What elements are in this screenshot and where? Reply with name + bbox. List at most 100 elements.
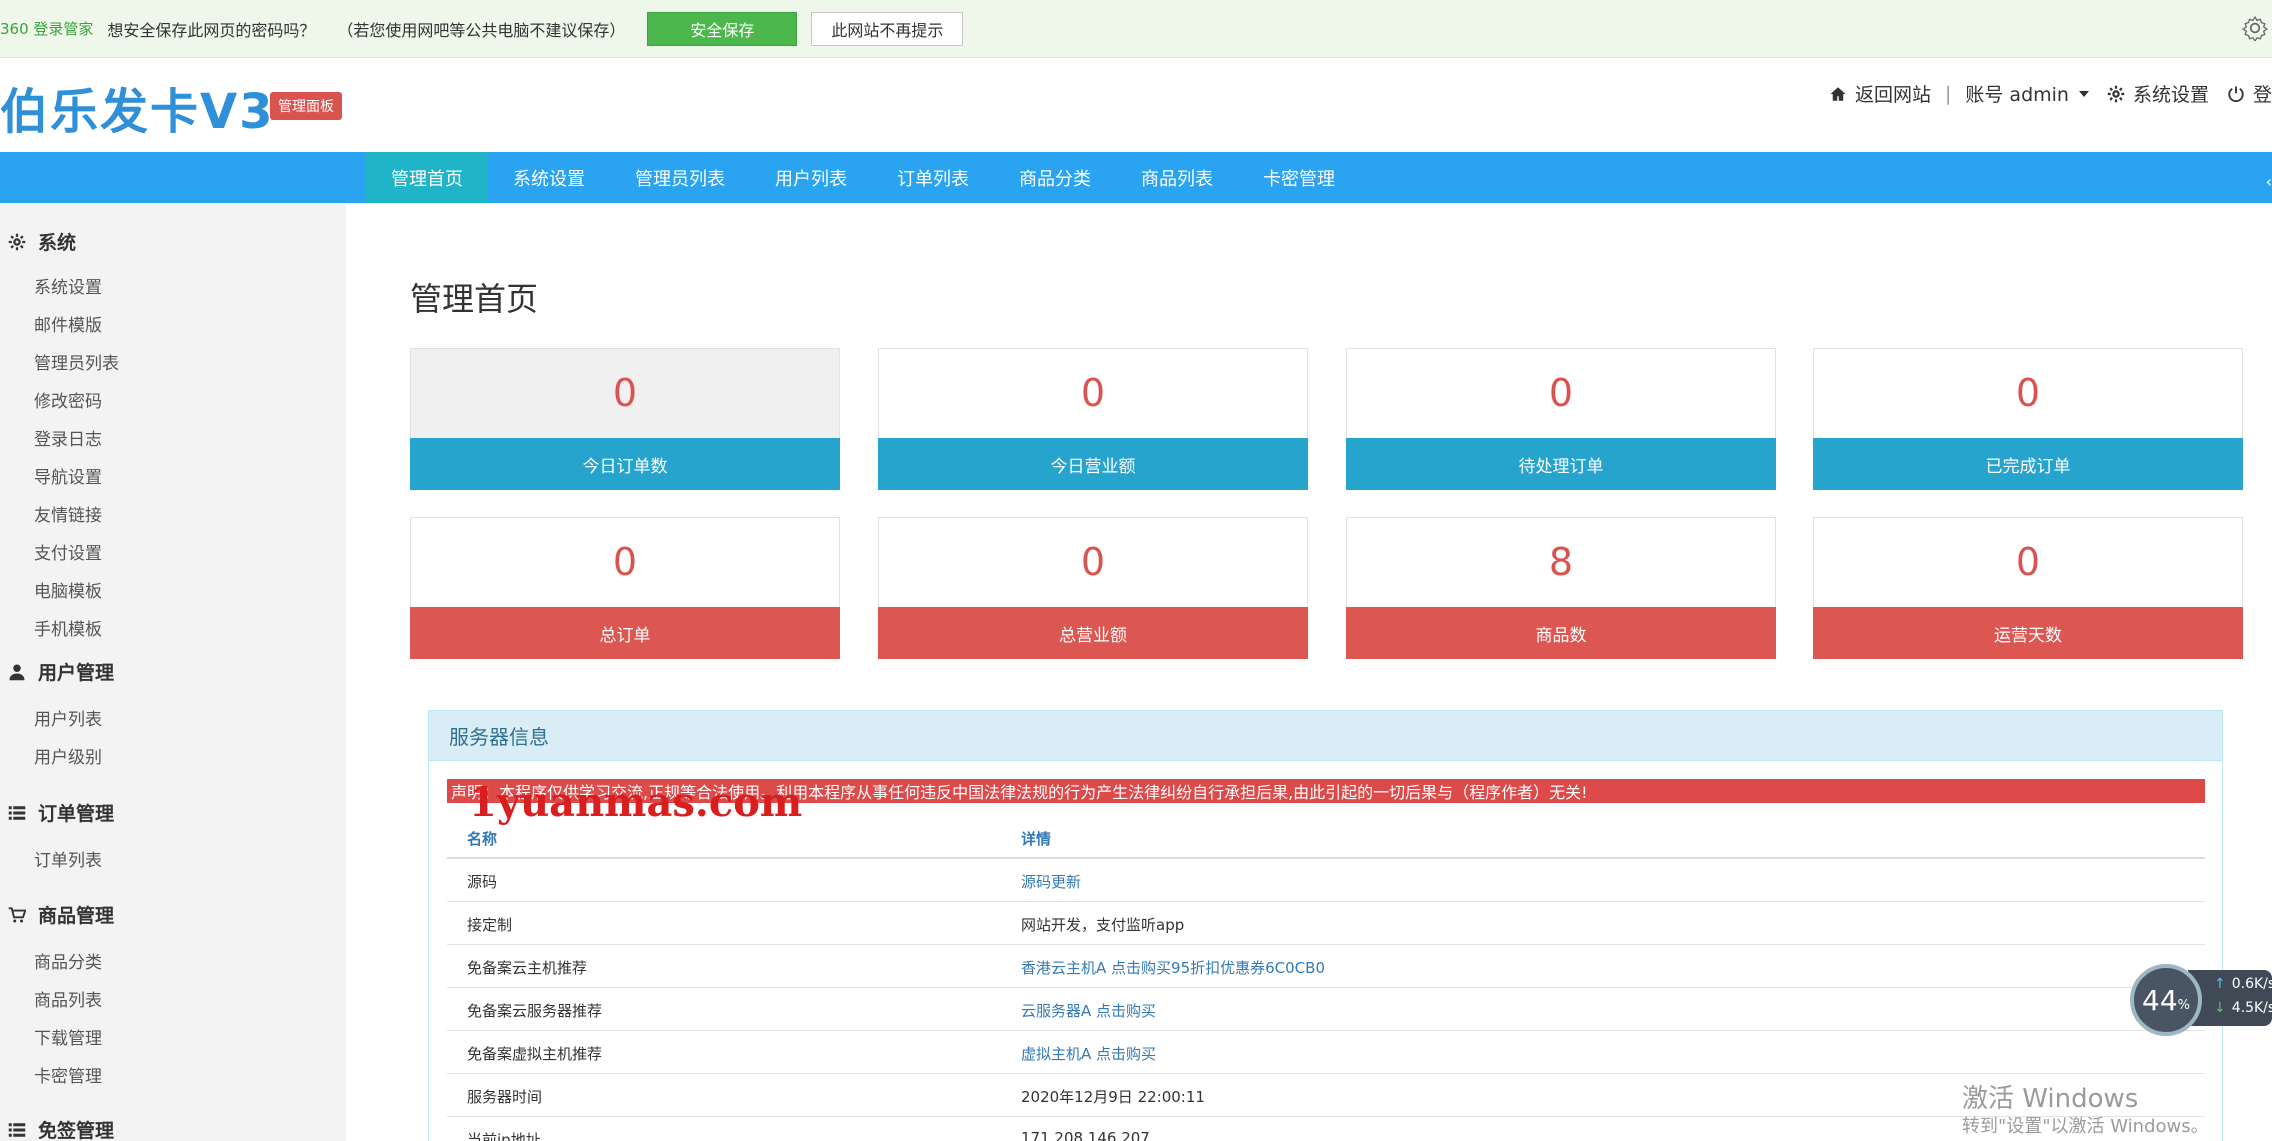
sidebar-group-0[interactable]: 系统 bbox=[8, 228, 76, 255]
sidebar-item-1-0[interactable]: 用户列表 bbox=[34, 705, 102, 730]
page-title: 管理首页 bbox=[410, 280, 539, 318]
table-row: 免备案云主机推荐 香港云主机A 点击购买95折扣优惠券6C0CB0 bbox=[447, 945, 2205, 988]
sidebar: 系统系统设置邮件模版管理员列表修改密码登录日志导航设置友情链接支付设置电脑模板手… bbox=[0, 203, 346, 1141]
chevron-down-icon bbox=[2078, 90, 2089, 97]
nav-item-3[interactable]: 用户列表 bbox=[750, 152, 872, 203]
row-detail[interactable]: 云服务器A 点击购买 bbox=[1021, 1000, 1156, 1021]
password-manager-brand: 360 登录管家 bbox=[0, 20, 94, 38]
sidebar-item-3-2[interactable]: 下载管理 bbox=[34, 1024, 102, 1049]
stat-label: 总营业额 bbox=[878, 607, 1308, 659]
back-to-site-label: 返回网站 bbox=[1854, 84, 1931, 106]
logout-label: 登 bbox=[2252, 84, 2272, 106]
stat-value: 0 bbox=[1548, 371, 1574, 415]
row-detail[interactable]: 虚拟主机A 点击购买 bbox=[1021, 1043, 1156, 1064]
stat-value: 8 bbox=[1548, 540, 1574, 584]
download-rate: ↓ 4.5K/s bbox=[2214, 1000, 2272, 1016]
stat-card-6: 8 商品数 bbox=[1346, 517, 1776, 659]
sidebar-item-1-1[interactable]: 用户级别 bbox=[34, 743, 102, 768]
home-icon bbox=[1830, 86, 1846, 101]
stat-value: 0 bbox=[612, 371, 638, 415]
user-icon bbox=[8, 663, 38, 681]
row-name: 免备案云服务器推荐 bbox=[467, 1002, 603, 1020]
system-settings-link[interactable]: 系统设置 bbox=[2107, 80, 2227, 107]
nav-item-0[interactable]: 管理首页 bbox=[366, 152, 488, 203]
table-row: 接定制 网站开发，支付监听app bbox=[447, 902, 2205, 945]
nav-item-7[interactable]: 卡密管理 bbox=[1238, 152, 1360, 203]
settings-gear-icon[interactable] bbox=[2242, 15, 2268, 41]
stat-label: 待处理订单 bbox=[1346, 438, 1776, 490]
server-info-title: 服务器信息 bbox=[429, 711, 2222, 761]
sidebar-group-title: 用户管理 bbox=[38, 662, 115, 684]
nav-item-6[interactable]: 商品列表 bbox=[1116, 152, 1238, 203]
logout-link[interactable]: 登 bbox=[2227, 80, 2272, 107]
column-header-name: 名称 bbox=[467, 830, 498, 848]
table-row: 当前ip地址 171.208.146.207 bbox=[447, 1117, 2205, 1141]
sidebar-group-title: 订单管理 bbox=[38, 803, 115, 825]
account-dropdown[interactable]: 账号 admin bbox=[1965, 80, 2107, 107]
back-to-site-link[interactable]: 返回网站 bbox=[1829, 80, 1931, 107]
sidebar-group-title: 免签管理 bbox=[38, 1120, 115, 1141]
site-header: 伯乐发卡V3 管理面板 返回网站 | 账号 admin 系统设置 登 bbox=[0, 58, 2272, 152]
table-header: 名称 详情 bbox=[447, 816, 2205, 859]
sidebar-item-0-8[interactable]: 电脑模板 bbox=[34, 577, 102, 602]
sidebar-group-2[interactable]: 订单管理 bbox=[8, 799, 114, 826]
nav-item-4[interactable]: 订单列表 bbox=[872, 152, 994, 203]
sidebar-item-0-7[interactable]: 支付设置 bbox=[34, 539, 102, 564]
sidebar-item-0-2[interactable]: 管理员列表 bbox=[34, 349, 119, 374]
network-speed-widget[interactable]: ↑ 0.6K/s ↓ 4.5K/s 44% bbox=[2128, 964, 2272, 1036]
row-name: 服务器时间 bbox=[467, 1088, 543, 1106]
row-name: 接定制 bbox=[467, 916, 513, 934]
stat-value: 0 bbox=[1080, 371, 1106, 415]
sidebar-group-1[interactable]: 用户管理 bbox=[8, 658, 114, 685]
sidebar-group-title: 系统 bbox=[38, 232, 77, 254]
stat-card-7: 0 运营天数 bbox=[1813, 517, 2243, 659]
site-logo[interactable]: 伯乐发卡V3 bbox=[0, 72, 275, 142]
password-save-question: 想安全保存此网页的密码吗？ bbox=[107, 20, 316, 40]
sidebar-item-0-0[interactable]: 系统设置 bbox=[34, 273, 102, 298]
sidebar-item-0-6[interactable]: 友情链接 bbox=[34, 501, 102, 526]
stat-value: 0 bbox=[2015, 371, 2041, 415]
activate-windows-hint: 转到"设置"以激活 Windows。 bbox=[1962, 1116, 2209, 1137]
stat-value: 0 bbox=[1080, 540, 1106, 584]
never-prompt-button[interactable]: 此网站不再提示 bbox=[811, 11, 964, 46]
nav-item-1[interactable]: 系统设置 bbox=[488, 152, 610, 203]
table-row: 服务器时间 2020年12月9日 22:00:11 bbox=[447, 1074, 2205, 1117]
sidebar-item-3-0[interactable]: 商品分类 bbox=[34, 948, 102, 973]
row-name: 当前ip地址 bbox=[467, 1131, 541, 1141]
sidebar-item-0-1[interactable]: 邮件模版 bbox=[34, 311, 102, 336]
sidebar-item-0-9[interactable]: 手机模板 bbox=[34, 615, 102, 640]
stat-card-4: 0 总订单 bbox=[410, 517, 840, 659]
row-detail[interactable]: 源码更新 bbox=[1021, 871, 1081, 892]
sidebar-item-0-3[interactable]: 修改密码 bbox=[34, 387, 102, 412]
stat-label: 已完成订单 bbox=[1813, 438, 2243, 490]
nav-item-5[interactable]: 商品分类 bbox=[994, 152, 1116, 203]
sidebar-item-2-0[interactable]: 订单列表 bbox=[34, 846, 102, 871]
stat-label: 今日营业额 bbox=[878, 438, 1308, 490]
gear-icon bbox=[8, 233, 38, 251]
safe-save-button[interactable]: 安全保存 bbox=[647, 11, 798, 46]
sidebar-item-3-1[interactable]: 商品列表 bbox=[34, 986, 102, 1011]
nav-edge-icon: ‹ bbox=[2265, 172, 2272, 191]
arrow-down-icon: ↓ bbox=[2214, 1000, 2226, 1016]
column-header-detail: 详情 bbox=[1021, 830, 1052, 848]
row-detail[interactable]: 香港云主机A 点击购买95折扣优惠券6C0CB0 bbox=[1021, 957, 1325, 978]
table-row: 源码 源码更新 bbox=[447, 859, 2205, 902]
sidebar-group-4[interactable]: 免签管理 bbox=[8, 1116, 114, 1141]
row-detail: 网站开发，支付监听app bbox=[1021, 916, 1185, 934]
row-detail: 171.208.146.207 bbox=[1021, 1129, 1150, 1141]
cart-icon bbox=[8, 906, 38, 924]
password-save-bar: 360 登录管家 想安全保存此网页的密码吗？ （若您使用网吧等公共电脑不建议保存… bbox=[0, 0, 2272, 58]
main-nav: 管理首页 系统设置 管理员列表 用户列表 订单列表 商品分类 商品列表 卡密管理 ‹ bbox=[0, 152, 2272, 203]
row-detail: 2020年12月9日 22:00:11 bbox=[1021, 1088, 1205, 1106]
admin-panel-badge: 管理面板 bbox=[270, 92, 342, 120]
account-label: 账号 admin bbox=[1965, 84, 2069, 106]
sidebar-item-0-5[interactable]: 导航设置 bbox=[34, 463, 102, 488]
nav-item-2[interactable]: 管理员列表 bbox=[610, 152, 750, 203]
sidebar-group-3[interactable]: 商品管理 bbox=[8, 901, 114, 928]
sidebar-item-0-4[interactable]: 登录日志 bbox=[34, 425, 102, 450]
row-name: 免备案云主机推荐 bbox=[467, 959, 588, 977]
stat-card-5: 0 总营业额 bbox=[878, 517, 1308, 659]
sidebar-item-3-3[interactable]: 卡密管理 bbox=[34, 1062, 102, 1087]
server-info-panel: 服务器信息 声明：本程序仅供学习交流,正规等合法使用。利用本程序从事任何违反中国… bbox=[428, 710, 2223, 1141]
stat-card-1: 0 今日营业额 bbox=[878, 348, 1308, 490]
